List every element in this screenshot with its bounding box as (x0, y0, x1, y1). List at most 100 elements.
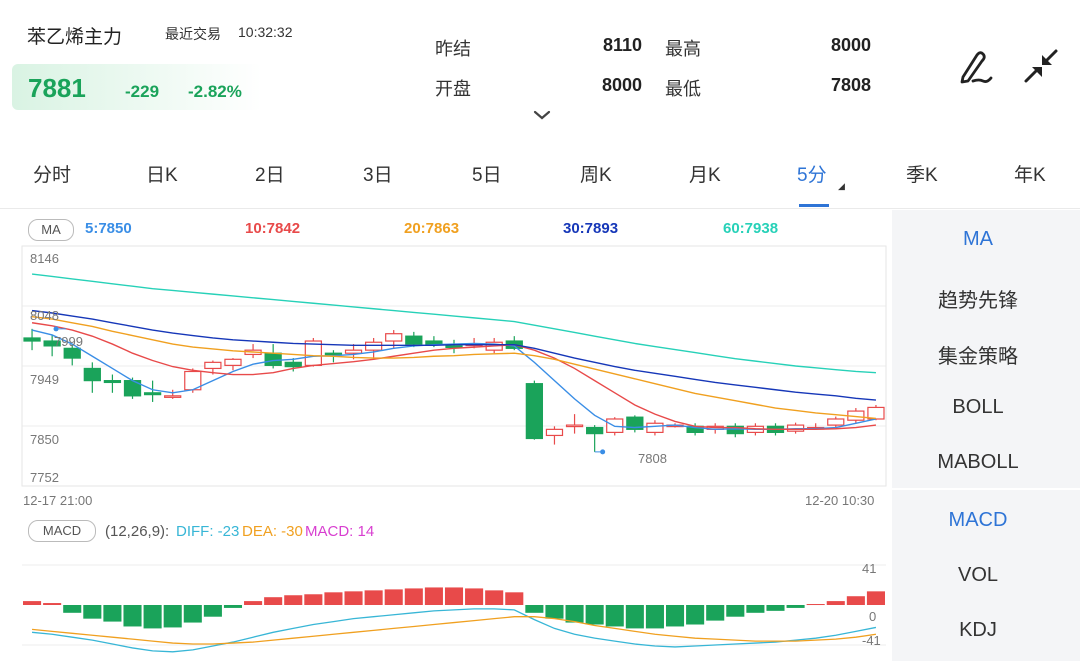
last-trade-label: 最近交易 (165, 26, 221, 42)
tab-5-day[interactable]: 5日 (472, 160, 502, 187)
macd-axis-top: 41 (862, 561, 877, 576)
candle (364, 341, 383, 351)
low-marker-label: 7808 (638, 451, 667, 466)
macd-bar (63, 605, 82, 613)
macd-indicator-tag[interactable]: MACD (28, 520, 96, 542)
macd-bar (284, 595, 303, 605)
contract-name: 苯乙烯主力 (27, 27, 123, 48)
sidebar-item-ma[interactable]: MA (892, 228, 1064, 251)
macd-bar (826, 601, 845, 605)
last-trade-time: 10:32:32 (238, 24, 293, 40)
ma10-legend: 10:7842 (245, 220, 301, 237)
candle (103, 380, 122, 384)
macd-dea-legend: DEA: -30 (242, 523, 303, 540)
sidebar-item-kdj[interactable]: KDJ (892, 619, 1064, 642)
macd-bar (665, 605, 685, 627)
candle (565, 424, 584, 428)
tab-week-k[interactable]: 周K (580, 160, 612, 187)
macd-bar (264, 597, 283, 605)
candle (23, 337, 41, 342)
tab-month-k[interactable]: 月K (689, 160, 721, 187)
ma30-legend: 30:7893 (563, 220, 619, 237)
macd-bar (465, 588, 484, 605)
macd-bar (846, 596, 865, 605)
tab-season-k[interactable]: 季K (906, 160, 938, 187)
candle (284, 361, 302, 368)
candle (586, 426, 604, 435)
macd-bar (384, 589, 403, 605)
sidebar-item-strategy[interactable]: 集金策略 (892, 340, 1064, 369)
tab-5-min[interactable]: 5分 (797, 160, 827, 187)
tab-dropdown-caret-icon[interactable]: ◢ (838, 181, 845, 192)
divider (0, 208, 1080, 209)
candle (385, 333, 403, 342)
macd-bar (505, 592, 524, 605)
collapse-arrows-icon[interactable] (1020, 45, 1064, 89)
macd-axis-bottom: -41 (862, 633, 881, 648)
macd-bar (585, 605, 604, 625)
tab-fenshi[interactable]: 分时 (33, 160, 71, 187)
macd-chart[interactable] (0, 555, 890, 661)
macd-bar (424, 587, 443, 605)
time-axis-start: 12-17 21:00 (23, 493, 93, 508)
macd-bar (123, 605, 142, 627)
candle (425, 340, 443, 345)
macd-bar (163, 605, 182, 628)
price-axis-label: 7850 (30, 432, 59, 447)
sidebar-item-macd[interactable]: MACD (892, 509, 1064, 532)
macd-bar (444, 587, 464, 605)
pen-draw-icon[interactable] (953, 45, 997, 89)
ma60-legend: 60:7938 (723, 220, 779, 237)
sidebar-item-maboll[interactable]: MABOLL (892, 451, 1064, 474)
candle (143, 392, 162, 396)
sidebar-item-vol[interactable]: VOL (892, 564, 1064, 587)
candlestick-chart[interactable] (0, 240, 890, 495)
stat-label-high: 最高 (665, 39, 701, 59)
tab-3-day[interactable]: 3日 (363, 160, 393, 187)
candle (445, 345, 463, 348)
stat-value-prev-settle: 8110 (602, 35, 642, 55)
price-axis-label: 7949 (30, 372, 59, 387)
ma-line-10 (31, 322, 877, 431)
macd-bar (244, 601, 263, 605)
macd-bar (786, 605, 805, 608)
macd-bar (344, 591, 363, 605)
macd-bar (726, 605, 745, 617)
high-marker-label: 7999 (54, 334, 83, 349)
candle (204, 361, 222, 370)
candle (63, 347, 81, 359)
tab-day-k[interactable]: 日K (146, 160, 178, 187)
ma-indicator-tag[interactable]: MA (28, 219, 74, 241)
macd-diff-legend: DIFF: -23 (176, 523, 240, 540)
macd-bar (706, 605, 725, 621)
macd-bar (364, 590, 383, 605)
stat-value-high: 8000 (830, 35, 871, 55)
tab-year-k[interactable]: 年K (1014, 160, 1046, 187)
price-axis-label: 8048 (30, 308, 59, 323)
macd-bar (625, 605, 644, 629)
macd-bar (83, 605, 102, 619)
sidebar-item-boll[interactable]: BOLL (892, 396, 1064, 419)
macd-bar (806, 604, 825, 606)
macd-bar (183, 605, 202, 623)
candle (224, 358, 242, 366)
price-axis-label: 7752 (30, 470, 59, 485)
candle (264, 352, 282, 366)
ma-line-20 (31, 315, 877, 420)
sidebar-item-trend[interactable]: 趋势先锋 (892, 284, 1064, 313)
current-price: 7881 (28, 73, 86, 103)
chevron-down-icon[interactable] (532, 108, 552, 122)
macd-bar (605, 605, 624, 627)
period-tabs: 分时 日K 2日 3日 5日 周K 月K 5分 季K 年K (0, 148, 1080, 198)
macd-params: (12,26,9): (105, 523, 170, 540)
macd-bar (23, 601, 42, 605)
tab-2-day[interactable]: 2日 (255, 160, 285, 187)
candle (324, 352, 343, 356)
macd-bar (565, 605, 584, 623)
candle (646, 422, 664, 433)
price-change: -229 (125, 82, 160, 101)
macd-bar (223, 605, 243, 608)
candle (83, 367, 101, 382)
price-change-pct: -2.82% (188, 82, 242, 101)
candle (545, 428, 564, 437)
